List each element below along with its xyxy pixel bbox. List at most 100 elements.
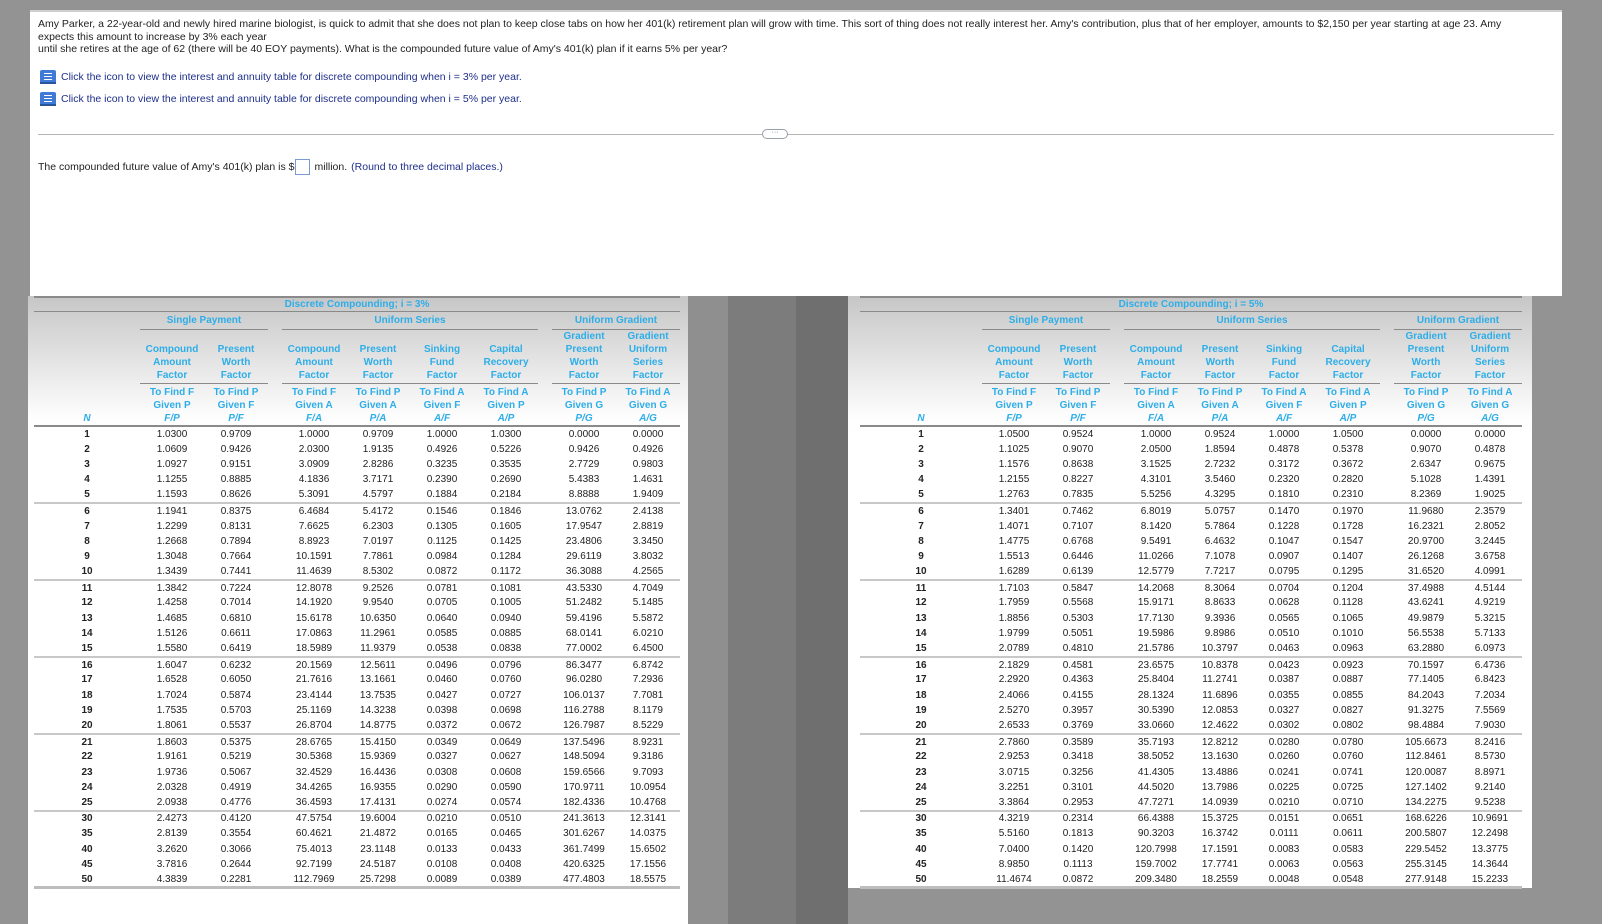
factor-cell: 0.0651	[1316, 809, 1380, 827]
factor-cell: 5.3215	[1474, 612, 1506, 624]
period-cell: 40	[81, 843, 93, 855]
factor-cell: 182.4336	[563, 797, 605, 809]
factor-cell: 1.8594	[1204, 443, 1236, 455]
period-cell: 9	[84, 551, 90, 563]
factor-cell: 15.2233	[1471, 873, 1509, 885]
table-link-3pct[interactable]: Click the icon to view the interest and …	[40, 70, 522, 84]
factor-cell: 9.3936	[1204, 612, 1236, 624]
period-cell: 50	[81, 873, 93, 885]
factor-cell: 1.2668	[156, 535, 188, 547]
interest-table-5pct: Discrete Compounding; i = 5% Single Paym…	[860, 296, 1522, 892]
period-cell: 11	[34, 578, 140, 596]
period-cell: 20	[81, 720, 93, 732]
factor-cell: 0.8885	[220, 474, 252, 486]
book-icon[interactable]	[40, 70, 56, 84]
column-find: To Find P Given G	[561, 387, 607, 411]
factor-cell: 0.1128	[1333, 597, 1363, 609]
table-row: 24 2.0328 0.4919 34.4265 16.9355 0.0290 0.0590…	[34, 780, 680, 795]
table-link-5pct-label[interactable]: Click the icon to view the interest and …	[61, 93, 522, 105]
factor-cell: 0.4363	[1062, 674, 1094, 686]
table-row: 25 3.3864 0.2953 47.7271 14.0939 0.0210 0.0710…	[860, 795, 1522, 810]
table-row: 7 1.2299 0.8131 7.6625 6.2303 0.1305 0.1605 17.…	[34, 518, 680, 533]
factor-cell: 120.7998	[1135, 843, 1177, 855]
factor-cell: 0.0705	[426, 597, 458, 609]
factor-cell: 1.3842	[140, 578, 204, 596]
factor-cell: 1.0500	[998, 428, 1030, 440]
factor-cell: 0.1010	[1332, 628, 1364, 640]
factor-cell: 0.0089	[426, 873, 458, 885]
table-row: 10 1.3439 0.7441 11.4639 8.5302 0.0872 0.1172 3…	[34, 565, 680, 580]
factor-cell: 1.8856	[998, 612, 1030, 624]
factor-cell: 14.8775	[359, 720, 397, 732]
factor-cell: 4.5144	[1458, 578, 1522, 596]
factor-cell: 0.1005	[490, 597, 522, 609]
factor-cell: 1.7535	[156, 705, 188, 717]
group-uniform-series: Uniform Series	[1124, 311, 1380, 330]
factor-cell: 49.9879	[1407, 612, 1445, 624]
factor-cell: 2.6347	[1410, 458, 1442, 470]
factor-cell: 1.4391	[1474, 474, 1506, 486]
factor-cell: 12.3141	[616, 809, 680, 827]
factor-cell: 0.7664	[220, 551, 252, 563]
period-cell: 13	[915, 612, 927, 624]
factor-cell: 3.7171	[362, 474, 394, 486]
factor-cell: 0.5375	[204, 732, 268, 750]
factor-cell: 19.6004	[346, 809, 410, 827]
table-row: 4 1.1255 0.8885 4.1836 3.7171 0.2390 0.2690 5.4…	[34, 472, 680, 487]
factor-cell: 0.6050	[220, 674, 252, 686]
factor-cell: 0.0465	[490, 828, 522, 840]
question-text: Amy Parker, a 22-year-old and newly hire…	[38, 18, 1538, 56]
more-options-button[interactable]: ···	[762, 129, 788, 139]
factor-cell: 10.0954	[629, 782, 667, 794]
column-find: To Find F Given A	[291, 387, 337, 411]
factor-cell: 0.0574	[490, 797, 522, 809]
background-strip	[796, 296, 848, 924]
period-cell: 25	[915, 797, 927, 809]
factor-cell: 0.4120	[204, 809, 268, 827]
factor-cell: 10.1591	[295, 551, 333, 563]
factor-cell: 18.5575	[629, 873, 667, 885]
book-icon[interactable]	[40, 92, 56, 106]
table-row: 25 2.0938 0.4776 36.4593 17.4131 0.0274 0.0574…	[34, 795, 680, 810]
factor-cell: 0.4776	[220, 797, 252, 809]
column-find: To Find A Given F	[1261, 387, 1307, 411]
factor-cell: 0.7014	[220, 597, 252, 609]
column-symbol: P/G	[575, 413, 593, 424]
factor-cell: 0.0907	[1268, 551, 1300, 563]
factor-cell: 11.4639	[296, 566, 332, 578]
factor-cell: 0.0427	[426, 689, 458, 701]
factor-cell: 9.9540	[362, 597, 394, 609]
factor-cell: 33.0660	[1137, 720, 1175, 732]
column-name: Gradient Present Worth Factor	[552, 329, 616, 384]
period-cell: 5	[84, 489, 90, 501]
factor-cell: 13.3775	[1471, 843, 1509, 855]
factor-cell: 0.9426	[568, 443, 600, 455]
table-row: 12 1.7959 0.5568 15.9171 8.8633 0.0628 0.1128 4…	[860, 595, 1522, 610]
column-symbol: P/F	[1070, 413, 1086, 424]
table-row: 12 1.4258 0.7014 14.1920 9.9540 0.0705 0.1005 5…	[34, 595, 680, 610]
period-cell: 10	[81, 566, 93, 578]
table-link-5pct[interactable]: Click the icon to view the interest and …	[40, 92, 522, 106]
factor-cell: 0.0923	[1316, 655, 1380, 673]
factor-cell: 255.3145	[1405, 859, 1447, 871]
column-symbol: F/P	[164, 413, 180, 424]
factor-cell: 2.7860	[982, 732, 1046, 750]
table-link-3pct-label[interactable]: Click the icon to view the interest and …	[61, 71, 522, 83]
factor-cell: 1.6528	[156, 674, 188, 686]
factor-cell: 96.0280	[565, 674, 603, 686]
factor-cell: 1.0927	[156, 458, 188, 470]
column-find: To Find F Given P	[149, 387, 195, 411]
factor-cell: 1.1576	[998, 458, 1030, 470]
factor-cell: 75.4013	[295, 843, 333, 855]
factor-cell: 2.0789	[998, 643, 1030, 655]
period-cell: 40	[915, 843, 927, 855]
factor-cell: 127.1402	[1405, 782, 1447, 794]
factor-cell: 0.5219	[220, 751, 252, 763]
factor-cell: 361.7499	[563, 843, 605, 855]
answer-input[interactable]	[295, 159, 311, 175]
factor-cell: 8.5229	[632, 720, 664, 732]
column-symbol: P/A	[1211, 413, 1229, 424]
column-find: To Find P Given F	[213, 387, 259, 411]
factor-cell: 0.0083	[1268, 843, 1300, 855]
group-uniform-series: Uniform Series	[282, 311, 538, 330]
